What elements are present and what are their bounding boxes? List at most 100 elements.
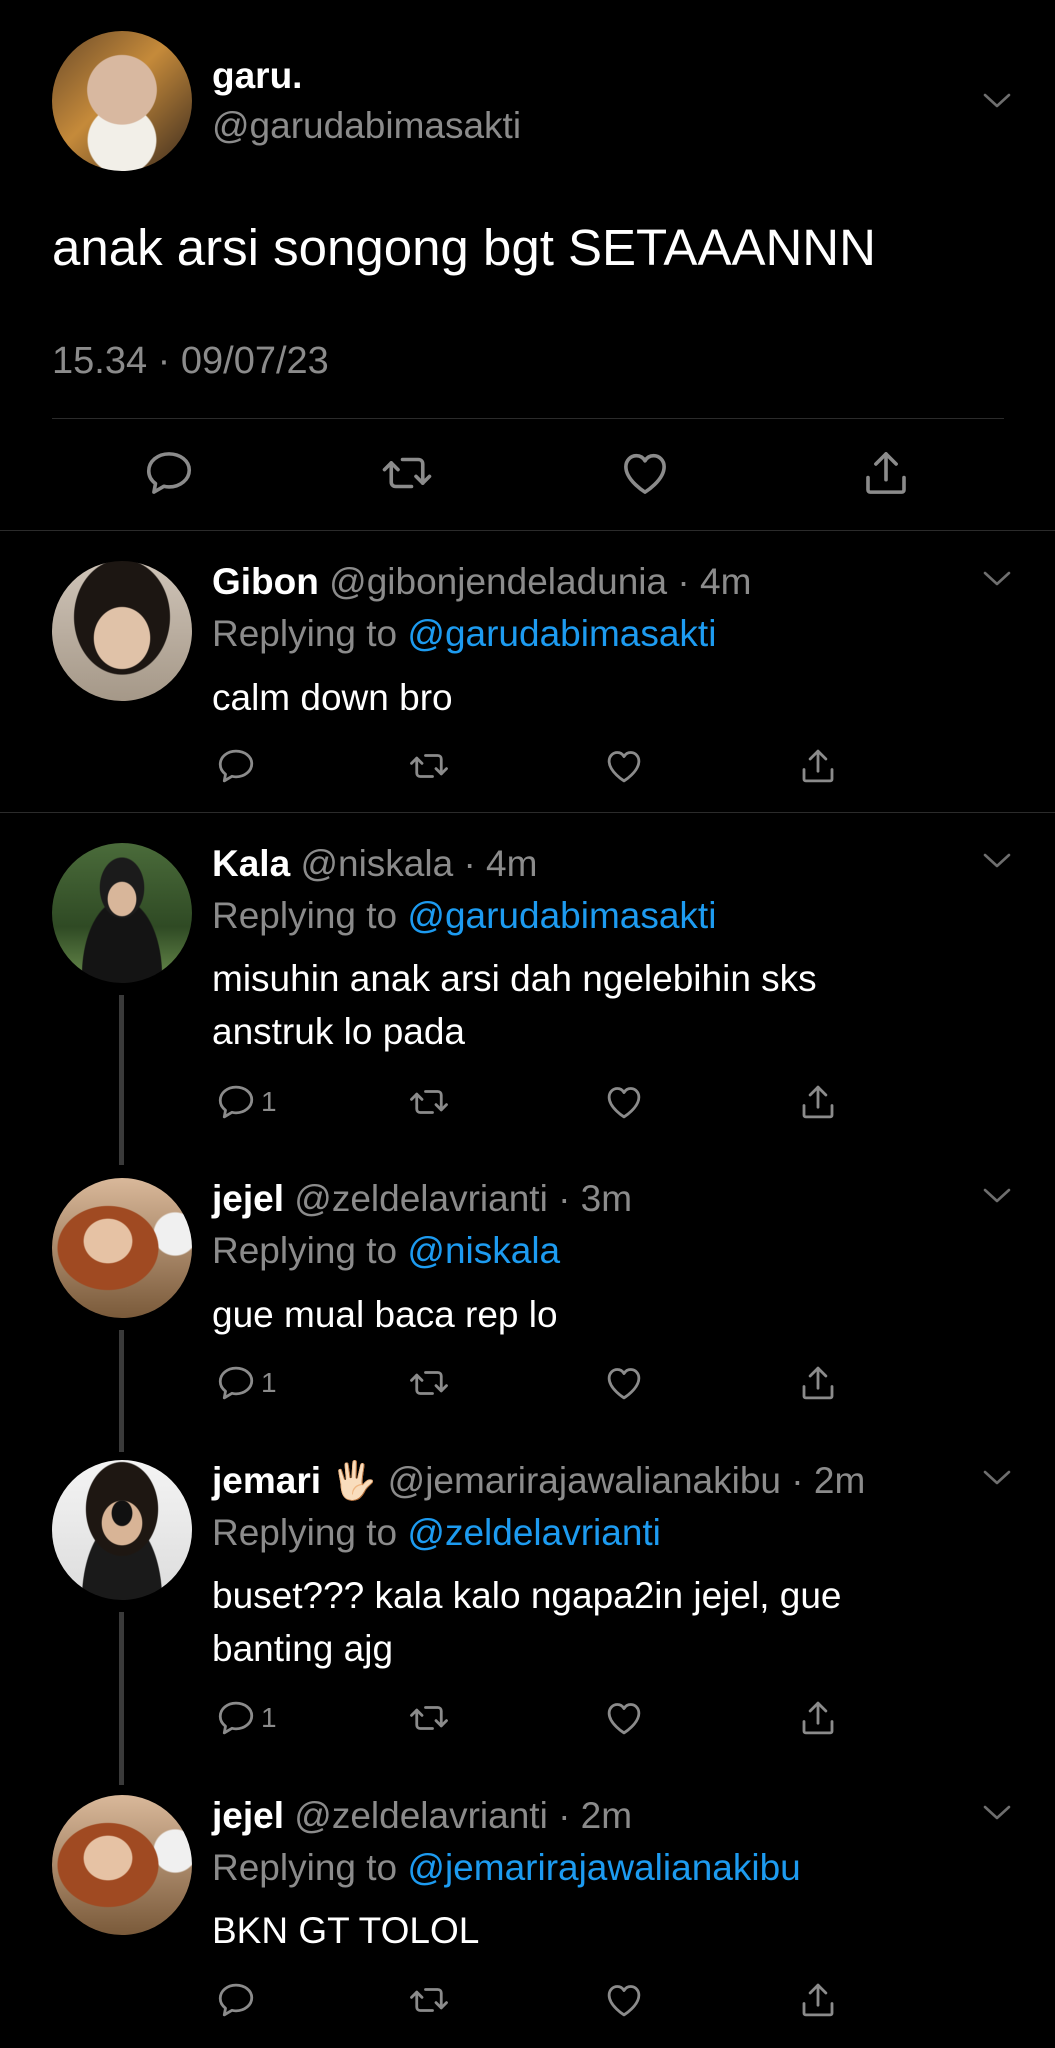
reply-header: Kala @niskala · 4m [212,843,537,885]
retweet-icon [408,1362,450,1404]
display-name[interactable]: jejel [212,1795,284,1836]
display-name[interactable]: jejel [212,1178,284,1219]
thread-line [119,1330,124,1452]
retweet-button[interactable] [408,745,450,787]
avatar[interactable] [52,843,192,983]
reply-header: jejel @zeldelavrianti · 2m [212,1795,632,1837]
reply-button[interactable] [215,745,257,787]
avatar[interactable] [52,561,192,701]
display-name[interactable]: jemari [212,1460,321,1501]
chevron-down-icon[interactable] [979,1465,1015,1489]
mention-link[interactable]: @zeldelavrianti [407,1512,661,1553]
like-button[interactable] [603,745,645,787]
reply-time: · 3m [558,1178,633,1219]
avatar[interactable] [52,1795,192,1935]
like-icon [603,1697,645,1739]
like-button[interactable] [603,1081,645,1123]
replying-to-line: Replying to @garudabimasakti [212,613,717,654]
replying-to-line: Replying to @niskala [212,1230,561,1271]
reply-icon [215,1362,257,1404]
like-button[interactable] [603,1697,645,1739]
avatar[interactable] [52,1460,192,1600]
reply-time: · 4m [677,561,752,602]
divider [52,418,1004,419]
reply-button[interactable]: 1 [215,1081,277,1123]
share-button[interactable] [797,1979,839,2021]
share-button[interactable] [797,1362,839,1404]
reply-button[interactable]: 1 [215,1697,277,1739]
like-icon [603,1081,645,1123]
reply-header: jemari 🖐🏻 @jemarirajawalianakibu · 2m [212,1460,865,1503]
share-icon [797,1979,839,2021]
divider [0,530,1055,531]
reply-text: buset??? kala kalo ngapa2in jejel, gue b… [212,1575,842,1669]
retweet-button[interactable] [408,1081,450,1123]
like-icon [603,1362,645,1404]
reply-button[interactable]: 1 [215,1362,277,1404]
reply-text: misuhin anak arsi dah ngelebihin sks ans… [212,958,817,1052]
retweet-icon[interactable] [380,446,434,500]
handle[interactable]: @niskala [300,843,453,884]
reply-icon[interactable] [142,446,196,500]
thread-line [119,1612,124,1785]
handle[interactable]: @gibonjendeladunia [329,561,667,602]
retweet-button[interactable] [408,1697,450,1739]
display-name[interactable]: Kala [212,843,290,884]
handle[interactable]: @jemarirajawalianakibu [388,1460,781,1501]
reply-icon [215,1081,257,1123]
reply-time: · 2m [791,1460,866,1501]
reply-header: jejel @zeldelavrianti · 3m [212,1178,632,1220]
share-icon [797,1081,839,1123]
avatar[interactable] [52,1178,192,1318]
mention-link[interactable]: @garudabimasakti [407,895,716,936]
reply-text: calm down bro [212,677,453,718]
handle[interactable]: @zeldelavrianti [294,1178,548,1219]
share-button[interactable] [797,1081,839,1123]
like-icon [603,1979,645,2021]
replying-to-line: Replying to @jemarirajawalianakibu [212,1847,801,1888]
share-button[interactable] [797,745,839,787]
reply-time: · 4m [463,843,538,884]
chevron-down-icon[interactable] [979,1800,1015,1824]
mention-link[interactable]: @jemarirajawalianakibu [407,1847,800,1888]
share-icon [797,745,839,787]
reply-icon [215,745,257,787]
reply-icon [215,1697,257,1739]
reply-text: BKN GT TOLOL [212,1910,480,1951]
retweet-icon [408,1697,450,1739]
like-button[interactable] [603,1979,645,2021]
retweet-icon [408,1081,450,1123]
reply-text: gue mual baca rep lo [212,1294,558,1335]
retweet-icon [408,745,450,787]
chevron-down-icon[interactable] [979,88,1015,112]
share-button[interactable] [797,1697,839,1739]
retweet-icon [408,1979,450,2021]
reply-icon [215,1979,257,2021]
display-name[interactable]: garu. [212,55,302,97]
retweet-button[interactable] [408,1362,450,1404]
like-icon[interactable] [618,446,672,500]
replying-to-line: Replying to @zeldelavrianti [212,1512,661,1553]
chevron-down-icon[interactable] [979,566,1015,590]
like-button[interactable] [603,1362,645,1404]
chevron-down-icon[interactable] [979,848,1015,872]
avatar[interactable] [52,31,192,171]
handle[interactable]: @zeldelavrianti [294,1795,548,1836]
share-icon[interactable] [859,446,913,500]
handle[interactable]: @garudabimasakti [212,105,521,147]
reply-button[interactable] [215,1979,257,2021]
share-icon [797,1697,839,1739]
like-icon [603,745,645,787]
timestamp: 15.34 · 09/07/23 [52,340,329,382]
share-icon [797,1362,839,1404]
display-name[interactable]: Gibon [212,561,319,602]
mention-link[interactable]: @niskala [407,1230,560,1271]
retweet-button[interactable] [408,1979,450,2021]
hand-emoji: 🖐🏻 [331,1460,378,1501]
chevron-down-icon[interactable] [979,1183,1015,1207]
thread-line [119,995,124,1165]
mention-link[interactable]: @garudabimasakti [407,613,716,654]
reply-time: · 2m [558,1795,633,1836]
replying-to-line: Replying to @garudabimasakti [212,895,717,936]
divider [0,812,1055,813]
